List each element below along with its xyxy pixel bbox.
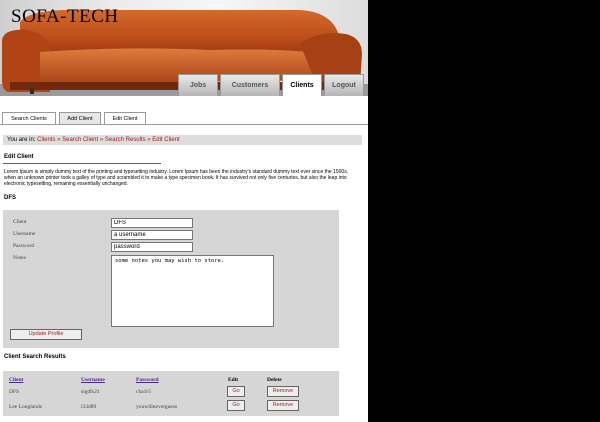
notes-label: Notes	[13, 255, 26, 261]
tab-divider	[0, 124, 368, 125]
page: SOFA-TECH Jobs Customers Clients Logout …	[0, 0, 368, 422]
site-logo[interactable]: SOFA-TECH	[11, 6, 119, 28]
column-header-delete: Delete	[267, 377, 282, 383]
breadcrumb-prefix: You are in:	[7, 137, 36, 143]
results-heading: Client Search Results	[4, 354, 66, 360]
nav-tab-clients[interactable]: Clients	[282, 74, 322, 96]
username-field[interactable]	[111, 230, 193, 240]
remove-button[interactable]: Remove	[267, 400, 299, 411]
breadcrumb-item-edit-client[interactable]: Edit Client	[152, 137, 179, 143]
edit-go-button[interactable]: Go	[227, 386, 245, 397]
header-banner: SOFA-TECH Jobs Customers Clients Logout	[0, 0, 368, 96]
remove-button[interactable]: Remove	[267, 386, 299, 397]
title-underline	[3, 163, 161, 164]
breadcrumb-item-search-client[interactable]: Search Client	[62, 137, 98, 143]
nav-tab-customers[interactable]: Customers	[220, 74, 280, 96]
breadcrumb-separator: »	[147, 137, 151, 143]
breadcrumb: You are in: Clients » Search Client » Se…	[3, 135, 362, 145]
cell-client: DFS	[9, 389, 20, 395]
column-header-username[interactable]: Username	[81, 377, 105, 383]
results-table: Client Username Password Edit Delete DFS…	[3, 371, 339, 416]
client-heading: DFS	[4, 195, 16, 201]
nav-tab-logout[interactable]: Logout	[324, 74, 364, 96]
edit-client-form: Client Username Password Notes some note…	[3, 210, 339, 348]
column-header-client[interactable]: Client	[9, 377, 23, 383]
username-label: Username	[13, 231, 36, 237]
column-header-edit: Edit	[228, 377, 239, 383]
breadcrumb-separator: »	[57, 137, 61, 143]
column-header-password[interactable]: Password	[136, 377, 159, 383]
cell-password: cha1r5	[136, 389, 151, 395]
nav-tab-jobs[interactable]: Jobs	[178, 74, 218, 96]
intro-text: Lorem Ipsum is simply dummy text of the …	[4, 169, 349, 187]
password-field[interactable]	[111, 242, 193, 252]
update-profile-button[interactable]: Update Profile	[10, 329, 82, 340]
notes-textarea[interactable]: some notes you may wish to store.	[111, 255, 274, 327]
main-nav: Jobs Customers Clients Logout	[178, 74, 364, 96]
breadcrumb-item-search-results[interactable]: Search Results	[105, 137, 146, 143]
breadcrumb-item-clients[interactable]: Clients	[37, 137, 55, 143]
cell-username: l33d89	[81, 404, 97, 410]
edit-go-button[interactable]: Go	[227, 400, 245, 411]
breadcrumb-separator: »	[99, 137, 104, 143]
client-field[interactable]	[111, 218, 193, 228]
password-label: Password	[13, 243, 35, 249]
cell-password: youwillneverguess	[136, 404, 178, 410]
cell-client: Lee Longlands	[9, 404, 42, 410]
client-label: Client	[13, 219, 27, 225]
page-title: Edit Client	[4, 154, 34, 160]
cell-username: sigdfs21	[81, 389, 100, 395]
